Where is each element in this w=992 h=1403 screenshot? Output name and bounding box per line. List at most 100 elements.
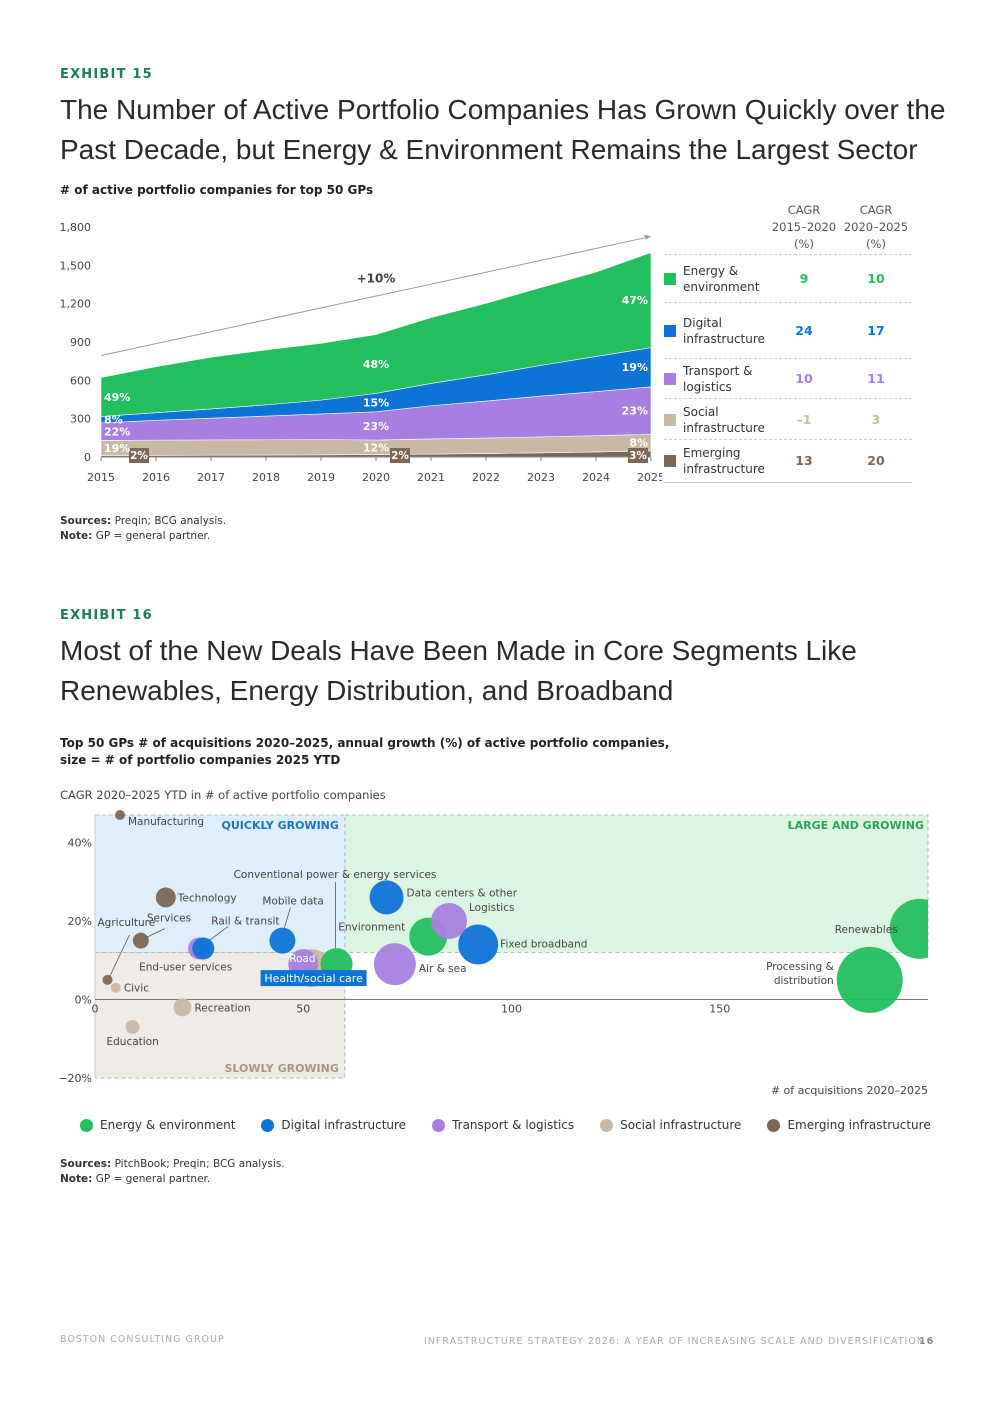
x-axis-title: # of acquisitions 2020–2025	[771, 1084, 928, 1097]
bubble	[431, 902, 468, 939]
bubble	[110, 982, 121, 993]
exhibit-15-sources: Sources: Preqin; BCG analysis.	[60, 514, 226, 529]
legend-dot	[261, 1118, 275, 1132]
sources-text: Preqin; BCG analysis.	[114, 515, 227, 527]
bubble	[173, 998, 192, 1017]
bubble-label: Environment	[338, 922, 405, 934]
cagr-row: Social infrastructure –1 3	[664, 398, 912, 440]
data-label: 19%	[104, 442, 130, 455]
note-label: Note:	[60, 530, 93, 542]
cagr-row-label: Energy & environment	[683, 263, 759, 295]
cagr-row: Transport & logistics 10 11	[664, 358, 912, 399]
bubble-label: Technology	[177, 892, 237, 904]
y-tick-label: 1,800	[60, 221, 92, 234]
bubble	[125, 1019, 140, 1034]
bubble-legend: Energy & environment Digital infrastructu…	[80, 1118, 957, 1132]
cagr-row-label-line-2: infrastructure	[683, 331, 765, 346]
x-tick-label: 0	[92, 1002, 99, 1015]
exhibit-15-title-line-2: Past Decade, but Energy & Environment Re…	[60, 134, 918, 165]
x-tick-label: 2022	[472, 471, 500, 484]
legend-item: Digital infrastructure	[261, 1118, 406, 1132]
cagr-row-label-line-1: Transport &	[683, 364, 753, 378]
data-label: 8%	[629, 437, 648, 450]
cagr-row-label: Emerging infrastructure	[683, 445, 765, 477]
data-label: 3%	[629, 450, 647, 462]
y-tick-label: 1,500	[60, 259, 92, 272]
legend-item: Emerging infrastructure	[767, 1118, 931, 1132]
data-label: 19%	[622, 361, 648, 374]
y-tick-label: −20%	[58, 1072, 92, 1085]
cagr-value: 10	[867, 271, 885, 286]
legend-dot	[80, 1118, 93, 1132]
growth-arrow-head	[644, 234, 651, 240]
zone-label: QUICKLY GROWING	[222, 819, 339, 832]
bubble	[373, 943, 416, 986]
cagr-header-1: CAGR 2015–2020 (%)	[768, 202, 840, 253]
bubble-label: Road	[289, 953, 315, 965]
legend-label: Social infrastructure	[620, 1118, 742, 1132]
exhibit-15-notes: Sources: Preqin; BCG analysis. Note: GP …	[60, 514, 226, 544]
y-tick-label: 600	[70, 374, 91, 387]
bubble	[114, 810, 125, 820]
cagr-value: 10	[795, 371, 813, 386]
x-tick-label: 2021	[417, 471, 445, 484]
bubble-label: Services	[147, 913, 191, 925]
exhibit-16-sources: Sources: PitchBook; Preqin; BCG analysis…	[60, 1157, 285, 1172]
data-label: 22%	[104, 426, 130, 439]
exhibit-16-notes: Sources: PitchBook; Preqin; BCG analysis…	[60, 1157, 285, 1187]
data-label: 2%	[130, 450, 148, 462]
data-label: 48%	[363, 358, 389, 371]
data-label: 15%	[363, 397, 389, 410]
cagr-row-label: Social infrastructure	[683, 404, 765, 436]
y-tick-label: 900	[70, 336, 91, 349]
exhibit-16-title-line-1: Most of the New Deals Have Been Made in …	[60, 635, 857, 666]
y-axis-title: CAGR 2020–2025 YTD in # of active portfo…	[60, 788, 386, 802]
zone-label: SLOWLY GROWING	[224, 1062, 338, 1075]
exhibit-15-title-line-1: The Number of Active Portfolio Companies…	[60, 94, 946, 125]
x-tick-label: 100	[501, 1002, 522, 1015]
data-label: 8%	[104, 414, 123, 427]
bubble-label: Air & sea	[419, 963, 467, 975]
exhibit-16-title: Most of the New Deals Have Been Made in …	[60, 631, 960, 711]
bubble-label: Logistics	[469, 902, 514, 914]
x-tick-label: 2019	[307, 471, 335, 484]
y-tick-label: 0%	[75, 993, 92, 1006]
bubble-label: Renewables	[835, 924, 898, 936]
cagr-row: Digital infrastructure 24 17	[664, 302, 912, 358]
y-tick-label: 300	[70, 413, 91, 426]
cagr-row-label: Transport & logistics	[683, 363, 752, 395]
bubble-label: Fixed broadband	[500, 939, 587, 951]
x-tick-label: 2016	[142, 471, 170, 484]
cagr-value: 3	[871, 411, 881, 427]
legend-label: Transport & logistics	[452, 1118, 575, 1132]
data-label: 12%	[363, 441, 389, 454]
bubble	[269, 927, 296, 954]
cagr-header-1-line-1: CAGR	[787, 203, 821, 217]
cagr-row-label-line-2: infrastructure	[683, 420, 765, 435]
x-tick-label: 2025	[637, 471, 662, 484]
bubble-label: Data centers & other	[407, 887, 518, 899]
note-text: GP = general partner.	[95, 530, 211, 542]
data-label: 47%	[622, 294, 648, 307]
legend-dot	[600, 1118, 614, 1132]
cagr-header-2-line-2: 2020–2025	[843, 220, 909, 234]
data-label: 23%	[622, 405, 648, 418]
zone-quickly-growing	[94, 814, 346, 953]
exhibit-15-tag: EXHIBIT 15	[60, 67, 153, 82]
legend-swatch	[664, 324, 676, 337]
exhibit-15-note: Note: GP = general partner.	[60, 529, 226, 544]
bubble-label: Manufacturing	[128, 816, 204, 828]
exhibit-16-tag: EXHIBIT 16	[60, 608, 153, 623]
bubble-chart: QUICKLY GROWING LARGE AND GROWING SLOWLY G…	[58, 810, 929, 1097]
x-tick-label: 2023	[527, 471, 555, 484]
bubble-label: Processing &	[766, 961, 834, 973]
legend-label: Digital infrastructure	[281, 1118, 407, 1132]
bubble-label: Recreation	[194, 1002, 250, 1014]
bubble-label: Conventional power & energy services	[234, 869, 437, 881]
exhibit-16-note: Note: GP = general partner.	[60, 1172, 285, 1187]
sources-label: Sources:	[60, 1158, 112, 1170]
legend-swatch	[664, 413, 676, 426]
note-text: GP = general partner.	[95, 1173, 211, 1185]
exhibit-16-subtitle-line-1: Top 50 GPs # of acquisitions 2020–2025, …	[60, 736, 670, 750]
y-tick-label: 40%	[68, 836, 92, 849]
